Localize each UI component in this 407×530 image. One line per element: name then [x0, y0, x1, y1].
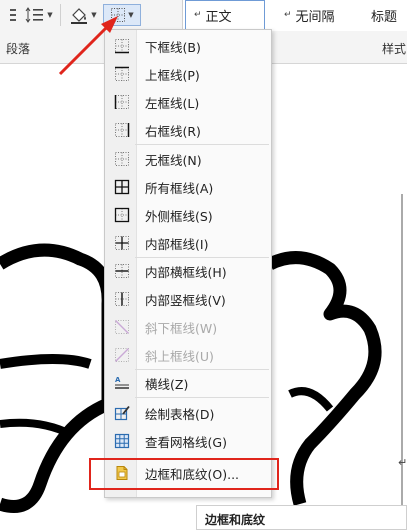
horizontal-line-icon: A	[115, 376, 129, 389]
border-diagonal-up-icon	[115, 348, 129, 362]
menu-item-inside-vertical[interactable]: 内部竖框线(V)	[105, 286, 271, 312]
menu-item-all-borders[interactable]: 所有框线(A)	[105, 174, 271, 200]
border-inside-icon	[115, 236, 129, 250]
menu-item-inside-borders[interactable]: 内部框线(I)	[105, 230, 271, 256]
menu-item-outside-borders[interactable]: 外侧框线(S)	[105, 202, 271, 228]
border-none-icon	[115, 152, 129, 166]
annotation-arrow-icon	[58, 16, 118, 76]
menu-item-right-border[interactable]: 右框线(R)	[105, 117, 271, 143]
tooltip-title: 边框和底纹	[205, 513, 266, 527]
border-all-icon	[114, 179, 130, 195]
border-inside-vertical-icon	[115, 292, 129, 306]
tooltip: 边框和底纹	[196, 505, 407, 530]
menu-item-inside-horizontal[interactable]: 内部横框线(H)	[105, 258, 271, 284]
svg-text:↵: ↵	[398, 456, 407, 469]
border-diagonal-down-icon	[115, 320, 129, 334]
view-gridlines-icon	[114, 433, 130, 449]
border-outside-icon	[114, 207, 130, 223]
menu-item-diagonal-down: 斜下框线(W)	[105, 314, 271, 340]
draw-table-icon	[114, 405, 130, 421]
svg-text:A: A	[115, 376, 121, 384]
menu-separator	[135, 397, 269, 398]
border-right-icon	[115, 123, 130, 137]
menu-item-draw-table[interactable]: 绘制表格(D)	[105, 400, 271, 426]
menu-separator	[135, 144, 269, 145]
highlight-box	[89, 458, 279, 490]
border-inside-horizontal-icon	[115, 264, 129, 278]
menu-item-no-border[interactable]: 无框线(N)	[105, 146, 271, 172]
menu-item-horizontal-line[interactable]: A 横线(Z)	[105, 370, 271, 396]
menu-item-diagonal-up: 斜上框线(U)	[105, 342, 271, 368]
menu-item-view-gridlines[interactable]: 查看网格线(G)	[105, 428, 271, 454]
